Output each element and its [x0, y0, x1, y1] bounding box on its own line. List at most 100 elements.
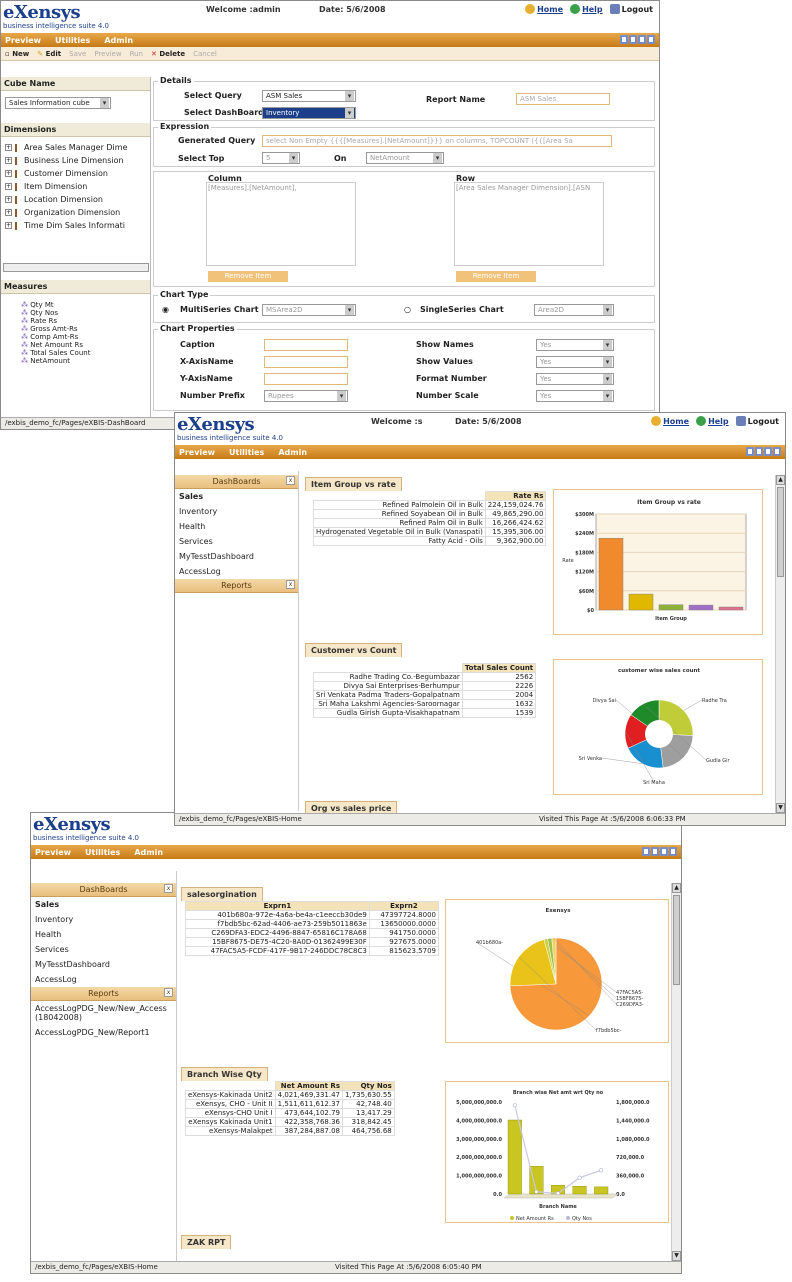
select-query[interactable]: ASM Sales: [262, 90, 356, 102]
scroll-thumb[interactable]: [673, 895, 680, 985]
generated-query-field[interactable]: select Non Empty {{{[Measures].[NetAmoun…: [262, 135, 612, 147]
dimension-item[interactable]: + Time Dim Sales Informati: [5, 221, 149, 230]
measure-item[interactable]: ⁂ Comp Amt-Rs: [21, 333, 90, 341]
new-button[interactable]: ▫ New: [5, 50, 29, 58]
home-link[interactable]: Home: [525, 4, 563, 14]
scroll-down-icon[interactable]: ▼: [776, 803, 785, 813]
on-select[interactable]: NetAmount: [366, 152, 444, 164]
sidebar-item[interactable]: AccessLogPDG_New/Report1: [31, 1025, 176, 1040]
help-link[interactable]: Help: [696, 416, 729, 426]
expand-icon[interactable]: +: [5, 183, 12, 190]
measure-item[interactable]: ⁂ Gross Amt-Rs: [21, 325, 90, 333]
column-listbox[interactable]: [Measures].[NetAmount],: [206, 182, 356, 266]
number-prefix-select[interactable]: Rupees: [264, 390, 348, 402]
menu-preview[interactable]: Preview: [179, 448, 215, 457]
measure-item[interactable]: ⁂ Net Amount Rs: [21, 341, 90, 349]
table-row: C269DFA3-EDC2-4496-8847-65816C178A68 9417…: [185, 928, 440, 938]
scroll-thumb[interactable]: [777, 487, 784, 577]
vertical-scrollbar[interactable]: ▲ ▼: [671, 883, 681, 1261]
dimension-item[interactable]: + Item Dimension: [5, 182, 149, 191]
sidebar-item[interactable]: Sales: [175, 489, 298, 504]
cancel-button[interactable]: Cancel: [193, 50, 217, 58]
menu-admin[interactable]: Admin: [104, 36, 133, 45]
dimension-item[interactable]: + Organization Dimension: [5, 208, 149, 217]
scroll-up-icon[interactable]: ▲: [672, 883, 681, 893]
layout-buttons[interactable]: [642, 847, 677, 856]
sidebar-item[interactable]: Inventory: [31, 912, 176, 927]
expand-icon[interactable]: +: [5, 144, 12, 151]
collapse-icon[interactable]: x: [286, 580, 295, 589]
singleseries-select[interactable]: Area2D: [534, 304, 614, 316]
number-scale-select[interactable]: Yes: [536, 390, 614, 402]
help-link[interactable]: Help: [570, 4, 603, 14]
vertical-scrollbar[interactable]: ▲ ▼: [775, 475, 785, 813]
cube-select[interactable]: Sales Information cube: [5, 97, 111, 109]
scroll-down-icon[interactable]: ▼: [672, 1251, 681, 1261]
y-tick-label: $0: [587, 608, 594, 614]
yaxis-field[interactable]: [264, 373, 348, 385]
measure-item[interactable]: ⁂ NetAmount: [21, 357, 90, 365]
layout-buttons[interactable]: [746, 447, 781, 456]
remove-column-button[interactable]: Remove Item: [208, 271, 288, 282]
dimension-item[interactable]: + Area Sales Manager Dime: [5, 143, 149, 152]
expand-icon[interactable]: +: [5, 209, 12, 216]
row-value: 224,159,024.76: [484, 500, 547, 510]
menu-utilities[interactable]: Utilities: [55, 36, 90, 45]
menu-admin[interactable]: Admin: [134, 848, 163, 857]
logout-link[interactable]: Logout: [609, 4, 653, 14]
menu-utilities[interactable]: Utilities: [85, 848, 120, 857]
show-values-select[interactable]: Yes: [536, 356, 614, 368]
edit-button[interactable]: ✎ Edit: [37, 50, 61, 58]
sidebar-item[interactable]: AccessLogPDG_New/New_Access (18042008): [31, 1001, 176, 1025]
row-listbox[interactable]: [Area Sales Manager Dimension].[ASN: [454, 182, 604, 266]
measure-item[interactable]: ⁂ Qty Nos: [21, 309, 90, 317]
measure-item[interactable]: ⁂ Rate Rs: [21, 317, 90, 325]
multiseries-radio[interactable]: ◉: [162, 305, 169, 314]
sidebar-item[interactable]: Sales: [31, 897, 176, 912]
report-name-field[interactable]: ASM Sales: [516, 93, 610, 105]
select-top[interactable]: 5: [262, 152, 300, 164]
preview-button[interactable]: Preview: [94, 50, 121, 58]
sidebar-item[interactable]: AccessLog: [175, 564, 298, 579]
remove-row-button[interactable]: Remove Item: [456, 271, 536, 282]
menu-admin[interactable]: Admin: [278, 448, 307, 457]
layout-buttons[interactable]: [620, 35, 655, 44]
logout-link[interactable]: Logout: [735, 416, 779, 426]
expand-icon[interactable]: +: [5, 196, 12, 203]
multiseries-select[interactable]: MSArea2D: [262, 304, 356, 316]
singleseries-radio[interactable]: ○: [404, 305, 411, 314]
collapse-icon[interactable]: x: [286, 476, 295, 485]
format-number-select[interactable]: Yes: [536, 373, 614, 385]
measure-item[interactable]: ⁂ Qty Mt: [21, 301, 90, 309]
delete-button[interactable]: ✕ Delete: [151, 50, 185, 58]
dimension-item[interactable]: + Business Line Dimension: [5, 156, 149, 165]
sidebar-item[interactable]: MyTesstDashboard: [175, 549, 298, 564]
collapse-icon[interactable]: x: [164, 884, 173, 893]
select-dashboard[interactable]: Inventory: [262, 107, 356, 119]
save-button[interactable]: Save: [69, 50, 86, 58]
xaxis-field[interactable]: [264, 356, 348, 368]
sidebar-item[interactable]: MyTesstDashboard: [31, 957, 176, 972]
sidebar-item[interactable]: Health: [31, 927, 176, 942]
menu-preview[interactable]: Preview: [35, 848, 71, 857]
caption-field[interactable]: [264, 339, 348, 351]
expand-icon[interactable]: +: [5, 170, 12, 177]
scroll-up-icon[interactable]: ▲: [776, 475, 785, 485]
expand-icon[interactable]: +: [5, 222, 12, 229]
horizontal-scrollbar[interactable]: [3, 263, 149, 272]
menu-utilities[interactable]: Utilities: [229, 448, 264, 457]
measure-item[interactable]: ⁂ Total Sales Count: [21, 349, 90, 357]
menu-preview[interactable]: Preview: [5, 36, 41, 45]
collapse-icon[interactable]: x: [164, 988, 173, 997]
dimension-item[interactable]: + Location Dimension: [5, 195, 149, 204]
expand-icon[interactable]: +: [5, 157, 12, 164]
sidebar-item[interactable]: AccessLog: [31, 972, 176, 987]
sidebar-item[interactable]: Inventory: [175, 504, 298, 519]
sidebar-item[interactable]: Services: [175, 534, 298, 549]
show-names-select[interactable]: Yes: [536, 339, 614, 351]
sidebar-item[interactable]: Health: [175, 519, 298, 534]
dimension-item[interactable]: + Customer Dimension: [5, 169, 149, 178]
sidebar-item[interactable]: Services: [31, 942, 176, 957]
run-button[interactable]: Run: [130, 50, 143, 58]
home-link[interactable]: Home: [651, 416, 689, 426]
